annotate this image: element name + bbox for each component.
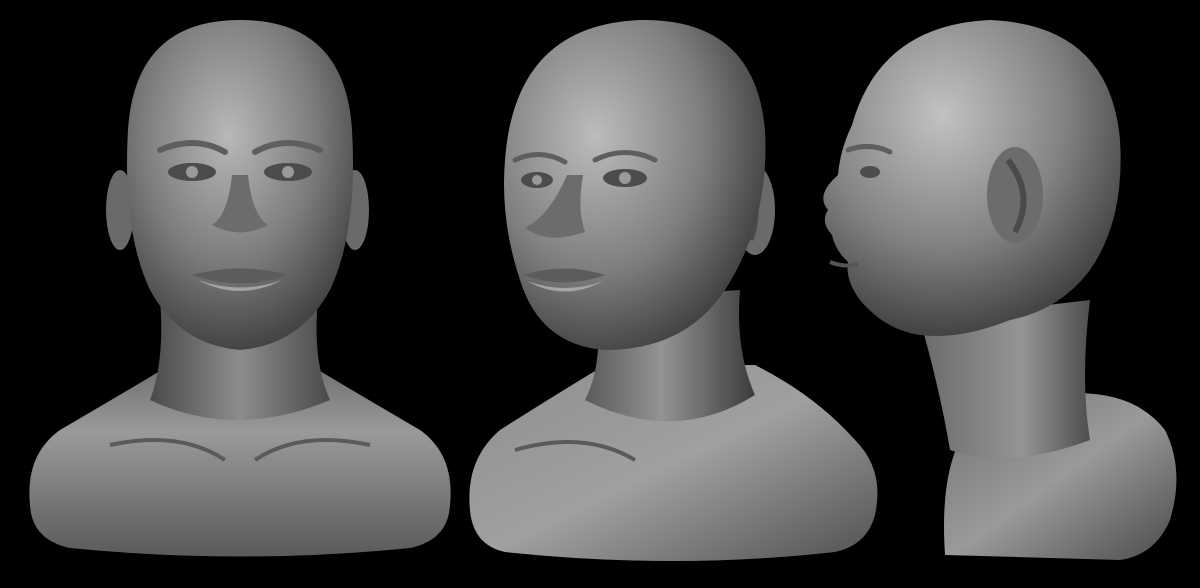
profile-view-bust [790, 0, 1200, 588]
front-view-bust [0, 0, 470, 588]
profile-view-bust-graphic [823, 20, 1177, 560]
sculpt-render-canvas [0, 0, 1200, 588]
front-view-bust-graphic [29, 20, 451, 557]
